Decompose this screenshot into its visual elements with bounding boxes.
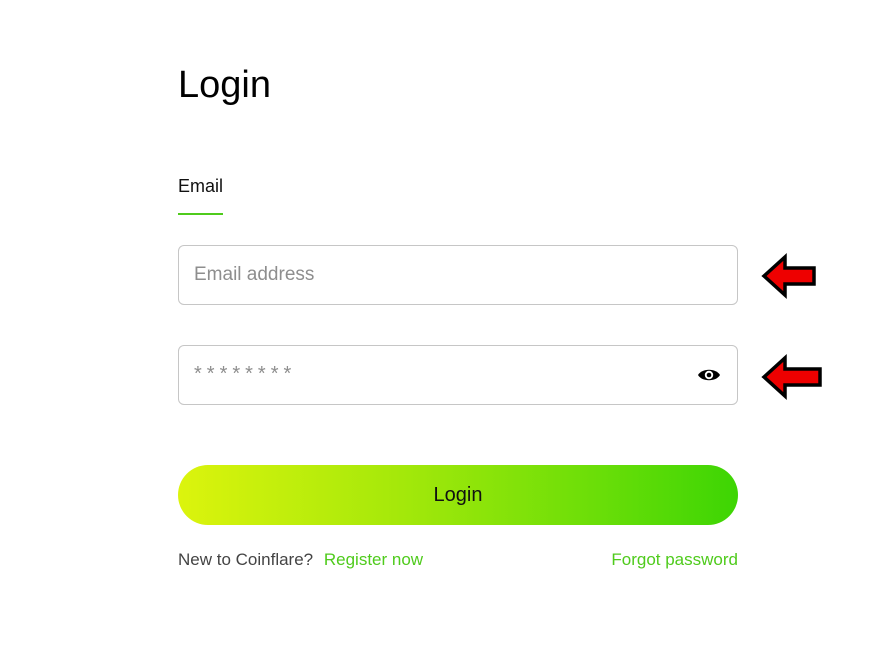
login-page: Login Email Login New to Coinflare? Regi… <box>0 0 892 652</box>
login-button[interactable]: Login <box>178 465 738 525</box>
login-method-tabs: Email <box>178 175 224 215</box>
forgot-password-link[interactable]: Forgot password <box>611 549 738 571</box>
page-title: Login <box>178 64 271 106</box>
new-user-prompt: New to Coinflare? <box>178 550 314 569</box>
password-input[interactable] <box>179 346 737 404</box>
email-input[interactable] <box>179 246 737 304</box>
register-link[interactable]: Register now <box>324 550 423 569</box>
tab-email[interactable]: Email <box>178 175 224 215</box>
login-footer: New to Coinflare? Register now Forgot pa… <box>178 549 738 571</box>
email-field-container <box>178 245 738 305</box>
password-field-container <box>178 345 738 405</box>
red-arrow-left-icon <box>760 354 822 400</box>
eye-icon[interactable] <box>697 365 721 385</box>
red-arrow-left-icon <box>760 253 822 299</box>
